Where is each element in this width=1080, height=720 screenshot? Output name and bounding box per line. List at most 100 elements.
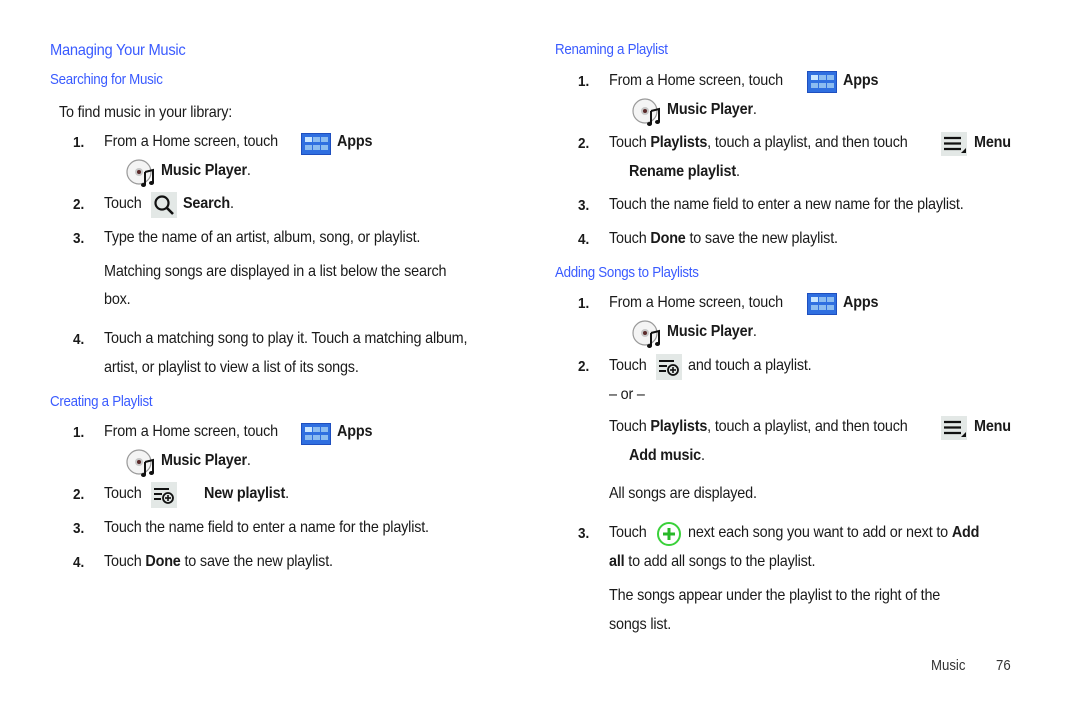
- menu-icon: [941, 416, 967, 440]
- step-number: 3.: [578, 197, 590, 214]
- add-to-playlist-icon: [151, 482, 177, 508]
- step-text: Touch Playlists, touch a playlist, and t…: [609, 134, 908, 152]
- music-player-icon: [126, 159, 154, 187]
- step-number: 1.: [578, 73, 590, 90]
- step-number: 2.: [73, 486, 85, 503]
- page-number: 76: [996, 657, 1011, 674]
- step-note: The songs appear under the playlist to t…: [609, 587, 941, 604]
- step-rest: to save the new playlist.: [184, 553, 333, 570]
- punctuation: .: [285, 485, 289, 502]
- step-text: and touch a playlist.: [688, 357, 812, 374]
- music-player-icon: [632, 320, 660, 348]
- touch-word: Touch: [104, 553, 142, 570]
- add-to-playlist-icon: [656, 354, 682, 380]
- apps-label: Apps: [337, 423, 373, 440]
- step-text: Touch Done to save the new playlist.: [104, 553, 333, 571]
- add-icon: [657, 522, 681, 546]
- punctuation: .: [246, 162, 251, 179]
- step-number: 1.: [73, 424, 85, 441]
- apps-icon: [807, 71, 837, 93]
- new-playlist-label: New playlist: [204, 485, 286, 502]
- step-text: New playlist.: [204, 485, 289, 503]
- step-rest: , touch a playlist, and then touch: [707, 134, 908, 151]
- add-all-label: Add: [951, 524, 980, 541]
- punctuation: .: [246, 452, 251, 469]
- step-text: Touch: [104, 485, 142, 502]
- step-text: Music Player.: [161, 162, 251, 180]
- section-title: Managing Your Music: [50, 42, 186, 59]
- step-number: 1.: [73, 134, 85, 151]
- step-number: 4.: [73, 554, 85, 571]
- footer-section: Music: [931, 657, 966, 674]
- step-text: From a Home screen, touch: [609, 72, 783, 89]
- step-number: 2.: [73, 196, 85, 213]
- step-text: Touch Done to save the new playlist.: [609, 230, 838, 248]
- menu-label: Menu: [974, 134, 1011, 151]
- apps-label: Apps: [843, 72, 879, 89]
- done-label: Done: [145, 553, 181, 570]
- apps-icon: [807, 293, 837, 315]
- music-player-icon: [126, 449, 154, 477]
- apps-icon: [301, 133, 331, 155]
- step-text: Music Player.: [667, 323, 757, 341]
- step-text: all to add all songs to the playlist.: [609, 553, 815, 571]
- music-player-label: Music Player: [161, 162, 247, 179]
- step-text: artist, or playlist to view a list of it…: [104, 359, 359, 376]
- step-text: Music Player.: [667, 101, 757, 119]
- step-number: 2.: [578, 358, 590, 375]
- heading-adding-songs-to-playlists: Adding Songs to Playlists: [555, 265, 699, 281]
- rename-playlist-label: Rename playlist: [629, 163, 736, 180]
- punctuation: .: [701, 447, 705, 464]
- step-rest: to save the new playlist.: [689, 230, 838, 247]
- punctuation: .: [752, 323, 757, 340]
- step-rest: next each song you want to add or next t…: [688, 524, 949, 541]
- step-note: box.: [104, 291, 131, 308]
- step-text: Touch Playlists, touch a playlist, and t…: [609, 418, 908, 436]
- step-text: Rename playlist.: [629, 163, 740, 181]
- step-text: Touch: [104, 195, 142, 212]
- music-player-label: Music Player: [667, 323, 753, 340]
- playlists-label: Playlists: [650, 418, 708, 435]
- step-rest: to add all songs to the playlist.: [628, 553, 816, 570]
- step-number: 3.: [73, 230, 85, 247]
- heading-searching-for-music: Searching for Music: [50, 72, 163, 88]
- step-text: From a Home screen, touch: [104, 133, 278, 150]
- step-number: 1.: [578, 295, 590, 312]
- music-player-label: Music Player: [161, 452, 247, 469]
- playlists-label: Playlists: [650, 134, 708, 151]
- music-player-label: Music Player: [667, 101, 753, 118]
- step-text: next each song you want to add or next t…: [688, 524, 979, 542]
- step-text: From a Home screen, touch: [104, 423, 278, 440]
- heading-renaming-a-playlist: Renaming a Playlist: [555, 42, 668, 58]
- punctuation: .: [229, 195, 234, 212]
- step-text: Touch the name field to enter a new name…: [609, 196, 964, 213]
- step-text: Touch: [609, 524, 647, 541]
- menu-label: Menu: [974, 418, 1011, 435]
- search-label: Search: [183, 195, 230, 212]
- search-icon: [151, 192, 177, 218]
- music-player-icon: [632, 98, 660, 126]
- apps-label: Apps: [337, 133, 373, 150]
- step-rest: , touch a playlist, and then touch: [707, 418, 908, 435]
- step-number: 3.: [578, 525, 590, 542]
- done-label: Done: [650, 230, 686, 247]
- step-number: 4.: [578, 231, 590, 248]
- touch-word: Touch: [609, 230, 647, 247]
- step-text: Music Player.: [161, 452, 251, 470]
- step-text: Type the name of an artist, album, song,…: [104, 229, 421, 246]
- step-text: Touch a matching song to play it. Touch …: [104, 330, 468, 347]
- step-text: Add music.: [629, 447, 705, 465]
- intro-text: To find music in your library:: [59, 104, 233, 121]
- punctuation: .: [752, 101, 757, 118]
- step-text: From a Home screen, touch: [609, 294, 783, 311]
- touch-word: Touch: [609, 134, 647, 151]
- step-number: 4.: [73, 331, 85, 348]
- step-text: Search.: [183, 195, 234, 213]
- step-text: Touch the name field to enter a name for…: [104, 519, 429, 536]
- heading-creating-a-playlist: Creating a Playlist: [50, 394, 153, 410]
- step-number: 2.: [578, 135, 590, 152]
- step-note: All songs are displayed.: [609, 485, 757, 502]
- apps-icon: [301, 423, 331, 445]
- touch-word: Touch: [609, 418, 647, 435]
- step-text: Touch: [609, 357, 647, 374]
